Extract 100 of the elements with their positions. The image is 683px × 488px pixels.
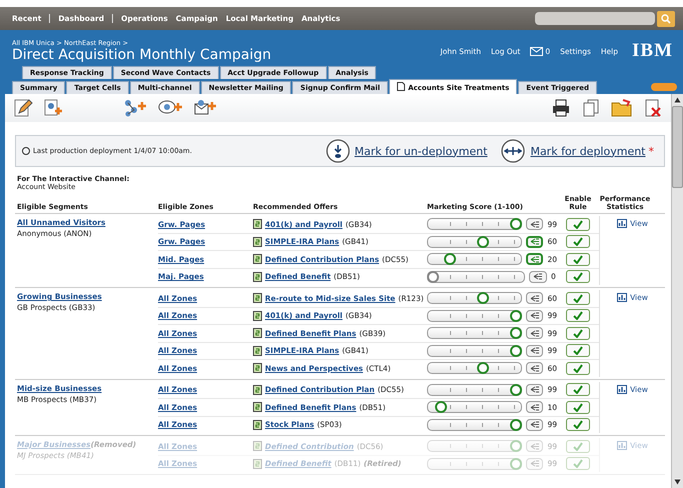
enable-checkbox[interactable] xyxy=(566,344,590,358)
score-slider[interactable] xyxy=(427,253,522,266)
slider-thumb[interactable] xyxy=(444,253,456,266)
enable-checkbox[interactable] xyxy=(566,218,590,231)
slider-thumb[interactable] xyxy=(427,270,439,283)
branch-button[interactable] xyxy=(526,327,544,340)
slider-thumb[interactable] xyxy=(510,218,522,230)
branch-button[interactable] xyxy=(526,218,544,230)
offer-icon xyxy=(253,219,262,230)
branch-icon xyxy=(533,273,543,280)
slider-thumb[interactable] xyxy=(510,418,522,431)
score-slider[interactable] xyxy=(427,218,522,230)
print-icon[interactable] xyxy=(551,98,571,118)
scroll-down-icon[interactable] xyxy=(674,479,681,485)
slider-thumb[interactable] xyxy=(510,384,522,396)
slider-thumb[interactable] xyxy=(477,236,490,248)
offer-icon xyxy=(253,420,262,430)
deploy-link[interactable]: Mark for deployment xyxy=(530,144,646,158)
panel-toggle-icon[interactable] xyxy=(651,83,677,91)
score-slider[interactable] xyxy=(427,310,522,322)
branch-button[interactable] xyxy=(526,384,544,396)
branch-icon xyxy=(530,460,540,468)
offer-icon xyxy=(253,272,262,282)
enable-checkbox[interactable] xyxy=(566,383,590,396)
envelope-icon[interactable] xyxy=(530,46,544,56)
enable-checkbox[interactable] xyxy=(566,292,590,305)
branch-icon xyxy=(530,364,540,372)
required-mark: * xyxy=(648,144,654,158)
branch-button[interactable] xyxy=(526,401,544,414)
score-slider[interactable] xyxy=(427,384,522,396)
enable-checkbox[interactable] xyxy=(566,418,590,432)
offer-icon xyxy=(253,236,262,247)
branch-icon xyxy=(530,330,540,337)
chart-icon xyxy=(617,219,628,228)
branch-icon xyxy=(530,421,540,428)
document-icon xyxy=(397,82,406,91)
enable-checkbox[interactable] xyxy=(566,400,590,414)
slider-thumb[interactable] xyxy=(477,362,490,374)
branch-icon xyxy=(530,294,540,302)
slider-thumb[interactable] xyxy=(510,344,522,357)
score-slider[interactable] xyxy=(427,236,522,248)
branch-icon xyxy=(530,220,540,228)
score-slider[interactable] xyxy=(427,292,522,304)
offer-icon xyxy=(253,254,262,264)
score-slider[interactable] xyxy=(427,344,522,357)
offer-icon xyxy=(253,458,262,469)
slider-thumb[interactable] xyxy=(435,401,448,414)
enable-checkbox[interactable] xyxy=(566,362,590,375)
add-flow-icon[interactable] xyxy=(123,98,147,118)
branch-button[interactable] xyxy=(526,236,544,248)
deploy-icon[interactable] xyxy=(501,139,526,163)
scroll-up-icon[interactable] xyxy=(674,97,681,103)
score-slider[interactable] xyxy=(427,362,522,374)
undeploy-icon[interactable] xyxy=(326,139,350,163)
enable-checkbox[interactable] xyxy=(566,270,590,284)
copy-icon[interactable] xyxy=(581,98,601,118)
branch-icon xyxy=(530,404,540,411)
folder-icon[interactable] xyxy=(611,98,633,118)
offer-icon xyxy=(253,384,262,395)
score-slider[interactable] xyxy=(427,401,522,414)
score-slider[interactable] xyxy=(427,327,522,340)
enable-checkbox[interactable] xyxy=(566,235,590,248)
logo: IBM xyxy=(632,40,673,62)
branch-button[interactable] xyxy=(529,270,547,283)
offer-icon xyxy=(253,328,262,338)
undeploy-link[interactable]: Mark for un-deployment xyxy=(354,144,488,158)
branch-button[interactable] xyxy=(526,362,544,374)
branch-icon xyxy=(530,312,540,320)
score-slider[interactable] xyxy=(427,270,525,283)
slider-thumb[interactable] xyxy=(510,327,522,340)
scroll-thumb[interactable] xyxy=(672,106,683,188)
branch-button[interactable] xyxy=(526,253,544,266)
branch-icon xyxy=(530,386,540,394)
status-circle-icon xyxy=(22,147,30,155)
score-slider[interactable] xyxy=(427,418,522,431)
slider-thumb[interactable] xyxy=(510,310,522,322)
enable-checkbox[interactable] xyxy=(566,252,590,266)
offer-icon xyxy=(253,363,262,374)
branch-icon xyxy=(530,347,540,354)
chart-icon xyxy=(617,384,628,394)
slider-thumb[interactable] xyxy=(477,292,490,304)
chart-icon xyxy=(617,441,628,450)
enable-checkbox[interactable] xyxy=(566,309,590,322)
branch-button[interactable] xyxy=(526,310,544,322)
offer-icon xyxy=(253,346,262,356)
pencil-icon[interactable] xyxy=(13,98,33,118)
branch-button[interactable] xyxy=(526,292,544,304)
branch-icon xyxy=(530,238,540,246)
delete-icon[interactable] xyxy=(643,98,663,118)
page-title: Direct Acquisition Monthly Campaign xyxy=(12,47,272,63)
branch-button[interactable] xyxy=(526,418,544,431)
search-field[interactable] xyxy=(535,12,655,25)
enable-checkbox[interactable] xyxy=(566,326,590,340)
offer-icon xyxy=(253,293,262,304)
offer-icon xyxy=(253,441,262,452)
branch-button[interactable] xyxy=(526,344,544,357)
search-button[interactable] xyxy=(657,10,675,26)
add-user-icon[interactable] xyxy=(43,98,63,118)
chart-icon xyxy=(617,293,628,302)
branch-icon xyxy=(530,442,540,450)
